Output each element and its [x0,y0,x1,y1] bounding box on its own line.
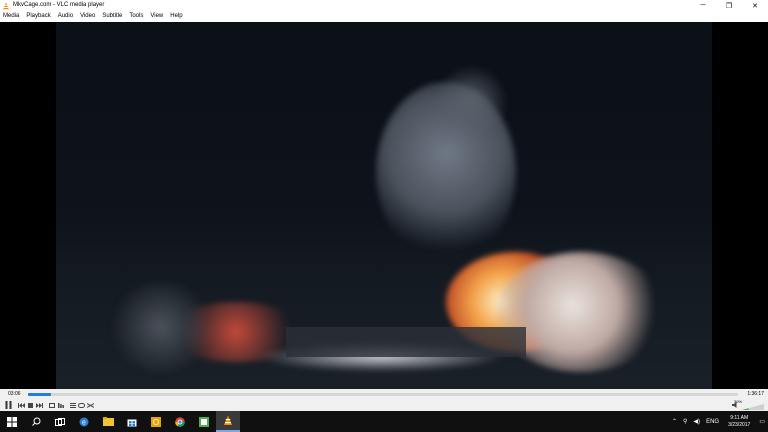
file-explorer-icon [102,417,114,426]
video-frame [56,22,712,389]
next-button[interactable] [35,401,44,410]
extended-settings-icon [57,402,64,408]
clock-date: 3/23/2017 [728,421,751,428]
stop-icon [28,402,33,408]
elapsed-time: 03:06 [8,391,21,397]
seek-bar[interactable] [28,393,738,396]
speaker-tray-icon[interactable]: ◀) [690,418,703,425]
menu-bar: Media Playback Audio Video Subtitle Tool… [0,11,768,22]
app-button[interactable] [192,411,216,432]
language-indicator[interactable]: ENG [703,419,722,425]
seek-bar-fill [28,393,51,396]
task-view-button[interactable] [48,411,72,432]
smoke-left [106,282,216,372]
menu-playback[interactable]: Playback [23,11,54,22]
task-view-icon [55,417,65,426]
fullscreen-button[interactable] [47,401,56,410]
chrome-icon [175,416,185,427]
outlook-button[interactable]: O [144,411,168,432]
volume-label: 30% [733,399,742,404]
random-button[interactable] [86,401,95,410]
clock-time: 9:11 AM [730,414,749,421]
menu-subtitle[interactable]: Subtitle [99,11,126,22]
svg-text:O: O [153,418,159,427]
chevron-up-icon[interactable]: ⌃ [669,418,680,425]
store-icon [127,419,137,426]
clock[interactable]: 9:11 AM 3/23/2017 [722,415,756,429]
menu-tools[interactable]: Tools [126,11,147,22]
network-icon[interactable]: ⚲ [680,418,690,425]
title-bar: MkvCage.com - VLC media player ─ ❐ ✕ [0,0,768,11]
menu-media[interactable]: Media [0,11,23,22]
pause-icon [5,401,11,409]
close-button[interactable]: ✕ [742,0,768,11]
total-time: 1:36:17 [747,391,764,397]
seek-row: 03:06 1:36:17 [0,389,768,399]
system-tray: ⌃ ⚲ ◀) ENG 9:11 AM 3/23/2017 ▭ [669,411,768,432]
minimize-button[interactable]: ─ [690,0,716,11]
window-title: MkvCage.com - VLC media player [13,2,105,8]
taskbar: e O ⌃ ⚲ ◀) ENG 9:11 AM 3/23/2017 ▭ [0,411,768,432]
stop-button[interactable] [26,401,35,410]
menu-video[interactable]: Video [77,11,99,22]
menu-view[interactable]: View [147,11,167,22]
loop-icon [78,402,85,408]
start-button[interactable] [0,411,24,432]
pause-button[interactable] [2,401,14,410]
playlist-icon [69,402,76,408]
vlc-cone-icon [3,1,9,9]
chrome-button[interactable] [168,411,192,432]
fullscreen-icon [48,402,55,408]
loop-button[interactable] [77,401,86,410]
edge-button[interactable]: e [72,411,96,432]
svg-text:e: e [82,419,86,426]
file-explorer-button[interactable] [96,411,120,432]
maximize-button[interactable]: ❐ [716,0,742,11]
next-icon [36,402,43,408]
playback-controls: 30% [0,399,768,411]
volume-slider[interactable] [742,403,764,410]
vlc-taskbar-button[interactable] [216,411,240,432]
store-button[interactable] [120,411,144,432]
menu-audio[interactable]: Audio [55,11,77,22]
menu-help[interactable]: Help [167,11,186,22]
outlook-icon: O [151,416,161,427]
app-icon [199,416,209,427]
launch-structure [286,327,526,357]
smoke-top [436,62,506,142]
vlc-icon [224,415,232,425]
previous-icon [18,402,25,408]
search-button[interactable] [24,411,48,432]
video-area[interactable] [0,22,768,389]
previous-button[interactable] [17,401,26,410]
volume-fill [742,407,749,410]
edge-icon: e [79,417,89,426]
search-icon [31,417,40,426]
windows-start-icon [7,416,17,427]
random-icon [87,402,94,408]
volume-control[interactable]: 30% [732,399,764,411]
extended-settings-button[interactable] [56,401,65,410]
playlist-button[interactable] [68,401,77,410]
notification-icon[interactable]: ▭ [756,418,768,425]
